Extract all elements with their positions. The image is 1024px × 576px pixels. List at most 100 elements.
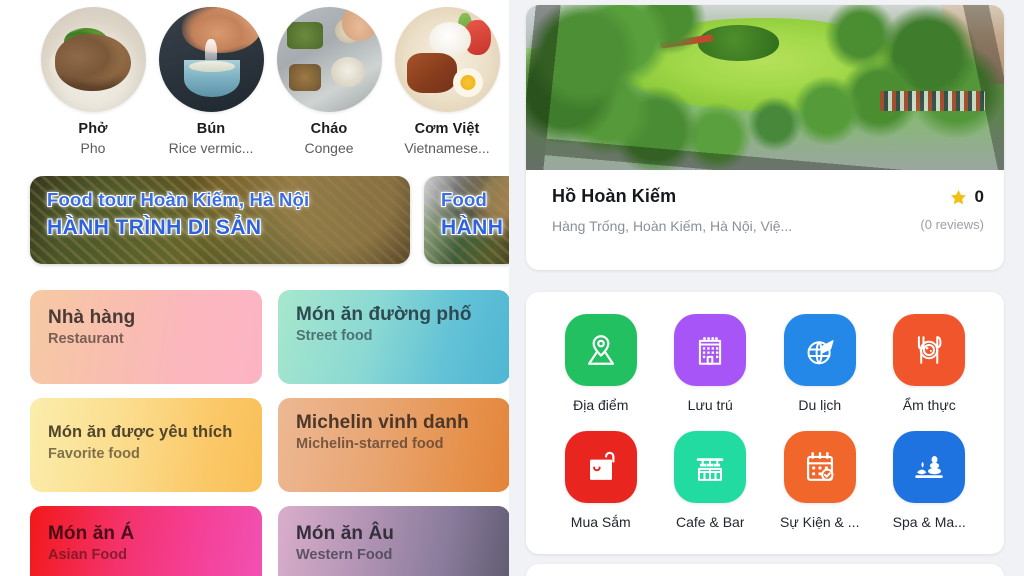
service-cafe-bar[interactable]: Cafe & Bar [656, 431, 766, 530]
food-category-row: Phở Pho Bún Rice vermic... Cháo Congee C… [0, 0, 509, 168]
service-icon-tile[interactable] [893, 431, 966, 503]
service-mua-sam[interactable]: Mua Sắm [546, 431, 656, 530]
tile-title: Nhà hàng [48, 307, 136, 328]
decor-noodle [48, 46, 85, 83]
service-su-kien[interactable]: Sự Kiện & ... [765, 431, 875, 530]
banner-line-1: Food tour Hoàn Kiếm, Hà Nội [47, 189, 310, 210]
service-label: Ẩm thực [902, 397, 956, 413]
decor-hands [181, 7, 262, 54]
service-icon-tile[interactable] [783, 314, 856, 386]
service-du-lich[interactable]: Du lịch [765, 314, 875, 413]
decor-grilled-pork [407, 53, 458, 94]
category-name: Phở [78, 121, 108, 137]
decor-rice [429, 21, 472, 58]
left-panel: Phở Pho Bún Rice vermic... Cháo Congee C… [0, 0, 509, 576]
tile-title: Michelin vinh danh [296, 412, 469, 433]
decor-fried-egg [453, 67, 483, 98]
category-subtitle: Pho [80, 140, 106, 156]
rating-review-count: (0 reviews) [920, 217, 984, 232]
tile-subtitle: Restaurant [48, 331, 124, 347]
map-pin-icon [587, 335, 614, 365]
calendar-check-icon [806, 452, 834, 481]
collection-tile-favorite-food[interactable]: Món ăn được yêu thích Favorite food [30, 398, 262, 492]
decor-roads [526, 5, 1004, 170]
tile-subtitle: Favorite food [48, 446, 140, 462]
banner-line-2: HÀNH TRÌNH DI SẢN [47, 216, 262, 239]
banner-text: Food tour Hoàn Kiếm, Hà Nội HÀNH TRÌNH D… [47, 189, 402, 240]
service-icon-tile[interactable] [674, 314, 747, 386]
service-am-thuc[interactable]: Ẩm thực [875, 314, 985, 413]
com-viet-photo [394, 7, 500, 112]
promo-banner-food-tour[interactable]: Food tour Hoàn Kiếm, Hà Nội HÀNH TRÌNH D… [30, 176, 410, 264]
airplane-globe-icon [807, 340, 834, 365]
banner-line-1: Food [441, 189, 488, 210]
rating-line: 0 [920, 187, 984, 207]
tile-title: Món ăn được yêu thích [48, 423, 233, 441]
category-name: Cháo [310, 121, 348, 137]
hotel-building-icon [699, 337, 722, 365]
chao-table-photo [276, 7, 382, 112]
app-screen: Phở Pho Bún Rice vermic... Cháo Congee C… [0, 0, 1024, 576]
services-card: Địa điểm Lưu trú Du lịch Ẩm thực Mua Sắm… [526, 292, 1004, 554]
promo-banner-carousel[interactable]: Food tour Hoàn Kiếm, Hà Nội HÀNH TRÌNH D… [0, 176, 509, 276]
right-panel: Hồ Hoàn Kiếm Hàng Trống, Hoàn Kiếm, Hà N… [509, 0, 1024, 576]
bun-noodle-photo [158, 7, 264, 112]
service-icon-tile[interactable] [674, 431, 747, 503]
tile-title: Món ăn Âu [296, 523, 394, 544]
tile-title: Món ăn đường phố [296, 304, 472, 325]
place-card[interactable]: Hồ Hoàn Kiếm Hàng Trống, Hoàn Kiếm, Hà N… [526, 5, 1004, 270]
place-info: Hồ Hoàn Kiếm Hàng Trống, Hoàn Kiếm, Hà N… [526, 170, 1004, 234]
decor-dish-2 [289, 63, 321, 91]
service-icon-tile[interactable] [893, 314, 966, 386]
food-category-bun[interactable]: Bún Rice vermic... [152, 0, 270, 156]
service-icon-tile[interactable] [564, 431, 637, 503]
star-icon [950, 189, 966, 204]
services-grid: Địa điểm Lưu trú Du lịch Ẩm thực Mua Sắm… [546, 314, 984, 530]
service-icon-tile[interactable] [783, 431, 856, 503]
place-text-block: Hồ Hoàn Kiếm Hàng Trống, Hoàn Kiếm, Hà N… [552, 186, 792, 234]
category-name: Cơm Việt [414, 121, 480, 137]
spa-stones-icon [915, 456, 943, 478]
collection-tile-street-food[interactable]: Món ăn đường phố Street food [278, 290, 509, 384]
collection-tile-restaurant[interactable]: Nhà hàng Restaurant [30, 290, 262, 384]
tile-subtitle: Street food [296, 328, 373, 344]
food-category-chao[interactable]: Cháo Congee [270, 0, 388, 156]
tile-subtitle: Western Food [296, 547, 393, 563]
tile-subtitle: Asian Food [48, 547, 127, 563]
service-label: Lưu trú [687, 397, 733, 413]
service-dia-diem[interactable]: Địa điểm [546, 314, 656, 413]
plate-cutlery-icon [918, 336, 942, 364]
service-luu-tru[interactable]: Lưu trú [656, 314, 766, 413]
service-label: Spa & Ma... [892, 514, 966, 530]
banner-line-2: HÀNH [441, 216, 504, 239]
service-icon-tile[interactable] [564, 314, 637, 386]
category-name: Bún [196, 121, 226, 137]
cafe-storefront-icon [696, 458, 724, 481]
collection-tile-western-food[interactable]: Món ăn Âu Western Food [278, 506, 509, 576]
decor-herb [63, 28, 108, 56]
tile-title: Món ăn Á [48, 523, 135, 544]
next-card-partial[interactable] [526, 564, 1004, 576]
food-category-pho[interactable]: Phở Pho [34, 0, 152, 156]
service-label: Cafe & Bar [676, 514, 745, 530]
service-label: Địa điểm [573, 397, 629, 413]
food-category-com-viet[interactable]: Cơm Việt Vietnamese... [388, 0, 506, 156]
place-address: Hàng Trống, Hoàn Kiếm, Hà Nội, Việ... [552, 218, 793, 234]
collection-tile-michelin[interactable]: Michelin vinh danh Michelin-starred food [278, 398, 509, 492]
place-header-row: Hồ Hoàn Kiếm Hàng Trống, Hoàn Kiếm, Hà N… [552, 186, 984, 234]
rating-value: 0 [974, 187, 984, 206]
banner-text: Food HÀNH [441, 189, 509, 240]
service-spa-massage[interactable]: Spa & Ma... [875, 431, 985, 530]
food-collection-grid: Nhà hàng Restaurant Món ăn đường phố Str… [0, 290, 509, 576]
tile-subtitle: Michelin-starred food [296, 436, 444, 452]
service-label: Sự Kiện & ... [780, 514, 860, 530]
pho-bowl-photo [40, 7, 146, 112]
promo-banner-next[interactable]: Food HÀNH [424, 176, 509, 264]
decor-parked-cars [879, 90, 985, 111]
place-name: Hồ Hoàn Kiếm [552, 186, 677, 206]
place-rating-block: 0 (0 reviews) [920, 186, 984, 232]
decor-hand [341, 7, 378, 41]
decor-bowl [183, 59, 241, 98]
collection-tile-asian-food[interactable]: Món ăn Á Asian Food [30, 506, 262, 576]
service-label: Du lịch [798, 397, 842, 413]
